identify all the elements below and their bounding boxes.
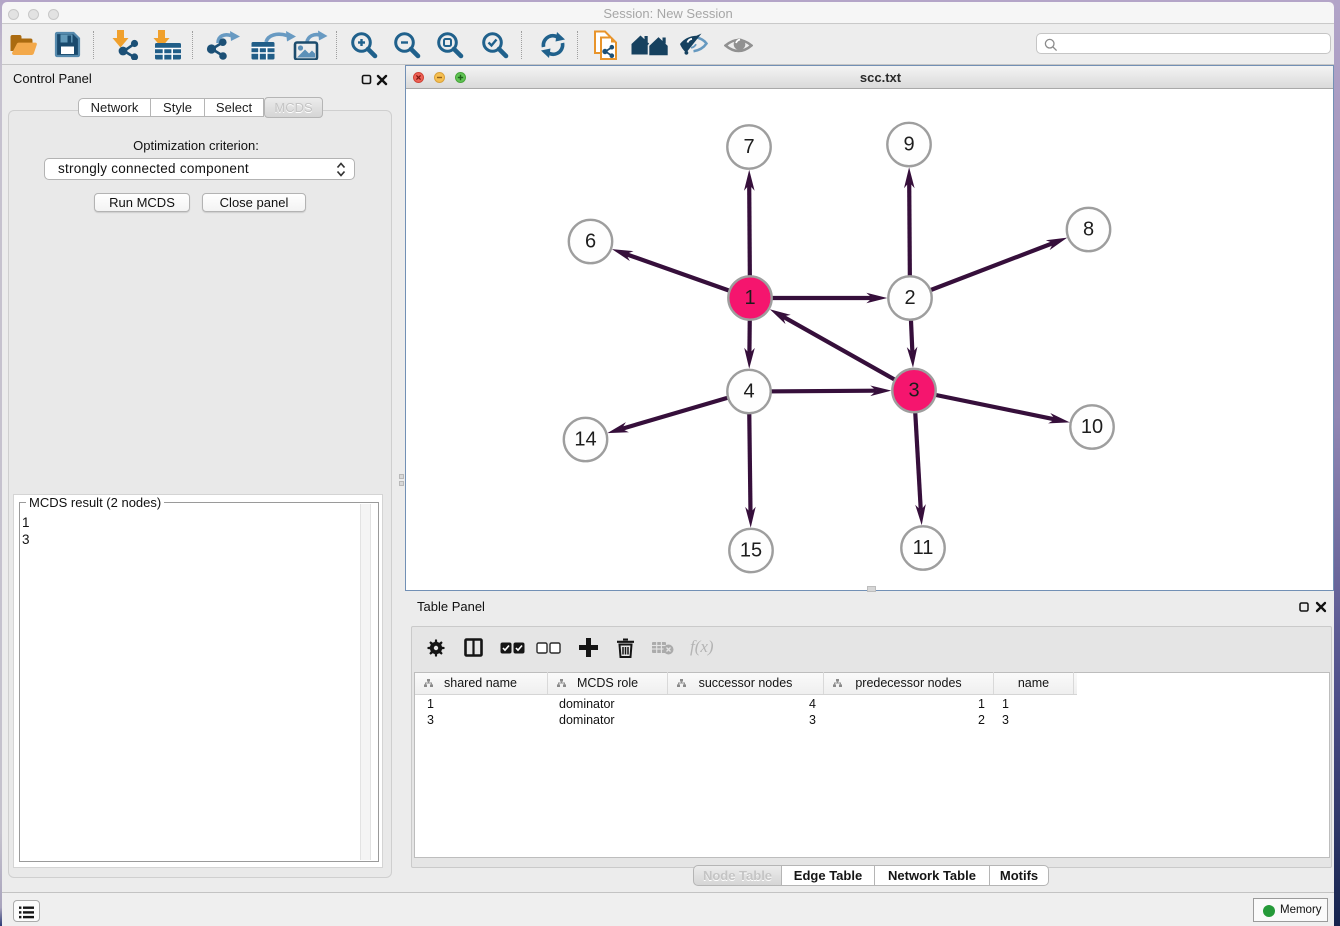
svg-text:3: 3 xyxy=(908,380,919,402)
svg-text:8: 8 xyxy=(1083,219,1094,241)
svg-text:14: 14 xyxy=(574,429,596,451)
svg-text:4: 4 xyxy=(743,381,754,403)
svg-text:6: 6 xyxy=(585,231,596,253)
svg-text:15: 15 xyxy=(740,540,762,562)
svg-text:9: 9 xyxy=(903,134,914,156)
svg-text:1: 1 xyxy=(744,287,755,309)
svg-text:2: 2 xyxy=(904,287,915,309)
svg-text:7: 7 xyxy=(743,136,754,158)
svg-text:10: 10 xyxy=(1081,416,1103,438)
svg-text:11: 11 xyxy=(913,537,934,559)
